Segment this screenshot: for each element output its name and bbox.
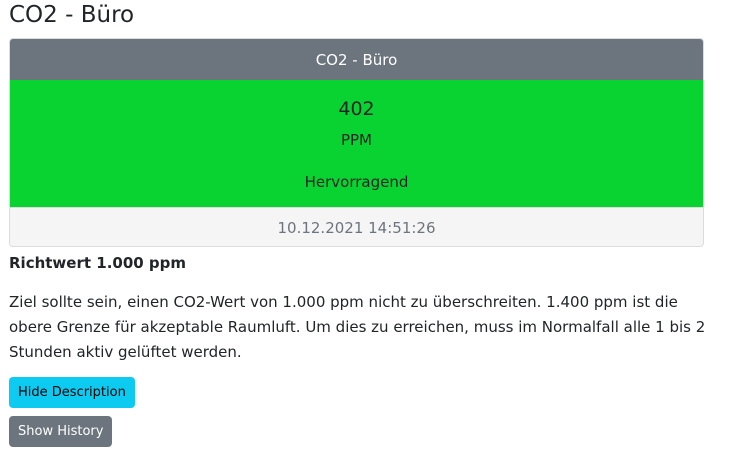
sensor-card: CO2 - Büro 402 PPM Hervorragend 10.12.20… [9, 38, 704, 247]
card-header: CO2 - Büro [10, 39, 703, 80]
card-body: 402 PPM Hervorragend [10, 80, 703, 207]
card-footer-timestamp: 10.12.2021 14:51:26 [10, 207, 703, 246]
page-title: CO2 - Büro [9, 2, 135, 28]
guide-description: Ziel sollte sein, einen CO2-Wert von 1.0… [9, 293, 706, 361]
hide-description-button[interactable]: Hide Description [9, 377, 135, 408]
page: CO2 - Büro CO2 - Büro 402 PPM Hervorrage… [0, 0, 733, 452]
co2-value: 402 [338, 98, 375, 120]
show-history-button[interactable]: Show History [9, 416, 113, 447]
air-quality-rating: Hervorragend [304, 173, 409, 191]
guide-title: Richtwert 1.000 ppm [9, 254, 187, 272]
co2-unit: PPM [340, 131, 373, 149]
